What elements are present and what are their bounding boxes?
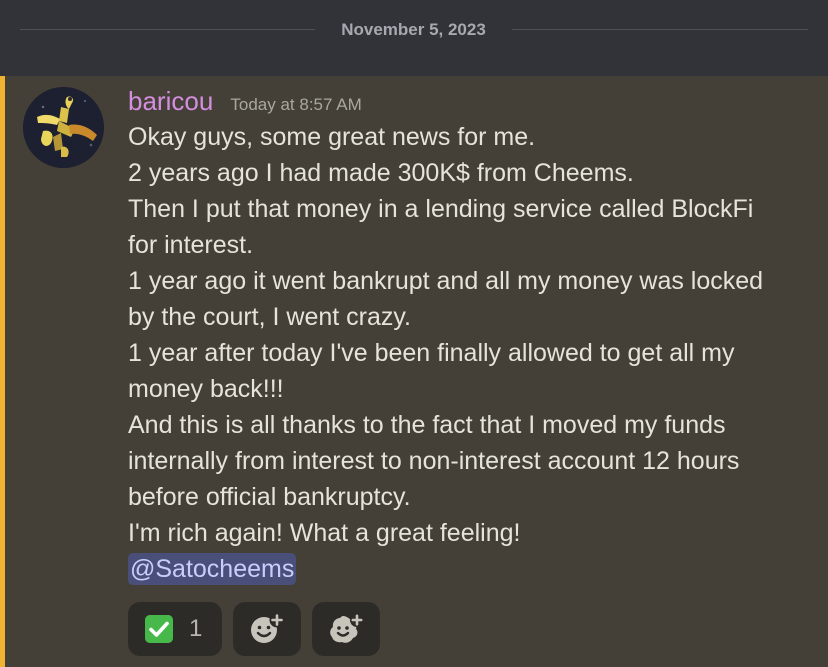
message-content: Okay guys, some great news for me. 2 yea… [128,119,808,587]
message-line: before official bankruptcy. [128,483,411,511]
avatar[interactable] [23,87,104,168]
reactions-bar: 1 [128,602,386,656]
message-line: internally from interest to non-interest… [128,447,740,475]
divider-line-right [512,29,808,30]
message-line: I'm rich again! What a great feeling! [128,519,521,547]
message[interactable]: baricou Today at 8:57 AM Okay guys, some… [0,76,828,667]
message-line: for interest. [128,231,254,259]
add-super-reaction-button[interactable] [312,602,381,656]
message-line: by the court, I went crazy. [128,303,411,331]
white-check-mark-icon [145,615,173,643]
message-header: baricou Today at 8:57 AM [128,85,362,117]
message-line: Okay guys, some great news for me. [128,123,536,151]
message-line: money back!!! [128,375,284,403]
date-divider-label: November 5, 2023 [341,20,486,39]
add-super-reaction-icon [328,613,365,645]
username[interactable]: baricou [128,86,213,116]
message-timestamp[interactable]: Today at 8:57 AM [230,95,361,114]
divider-line-left [20,29,315,30]
add-reaction-icon [249,612,285,645]
message-line: 1 year ago it went bankrupt and all my m… [128,267,764,295]
date-divider: November 5, 2023 [0,0,828,76]
mention-row: @Satocheems [128,551,808,587]
message-line: 1 year after today I've been finally all… [128,339,735,367]
message-line: Then I put that money in a lending servi… [128,195,754,223]
message-line: And this is all thanks to the fact that … [128,411,726,439]
chat-view: November 5, 2023 baricou Today at 8:57 A… [0,0,828,667]
reaction-count: 1 [189,615,203,642]
reaction-check-mark[interactable]: 1 [128,602,222,656]
mention-highlight-bar [0,76,5,667]
message-line: 2 years ago I had made 300K$ from Cheems… [128,159,634,187]
add-reaction-button[interactable] [233,602,302,656]
user-mention[interactable]: @Satocheems [128,553,297,585]
